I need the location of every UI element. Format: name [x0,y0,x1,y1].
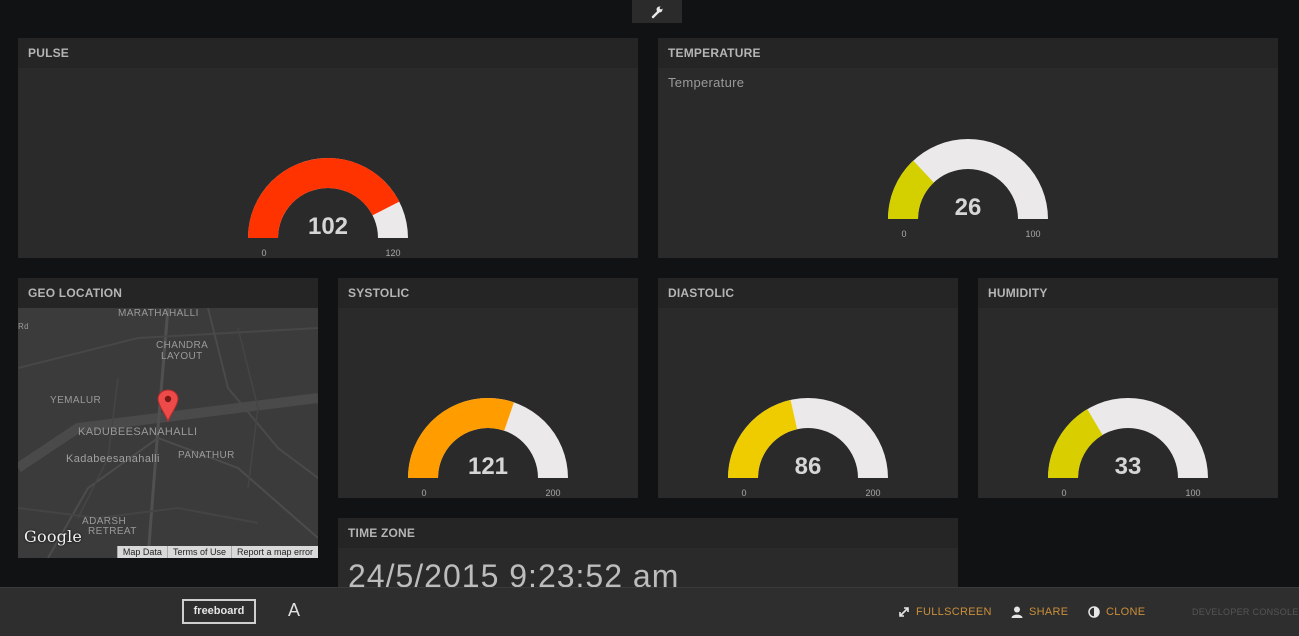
fullscreen-label: FULLSCREEN [916,606,992,618]
time-value: 24/5/2015 9:23:52 am [348,558,680,587]
map-label: YEMALUR [50,395,102,406]
gauge-max-label: 200 [545,488,560,498]
gauge-temperature: 26 0 100 [888,139,1048,239]
gauge-pulse: 102 0 120 [248,158,408,258]
map-footer: Map Data Terms of Use Report a map error [116,546,318,558]
wrench-icon [651,6,663,18]
map-label: Rd [18,322,30,331]
pane-humidity: HUMIDITY 33 0 100 [978,278,1278,498]
pane-title: HUMIDITY [978,278,1278,308]
pane-title: DIASTOLIC [658,278,958,308]
pane-title: SYSTOLIC [338,278,638,308]
gauge-value: 33 [1115,453,1142,480]
gauge-systolic: 121 0 200 [408,398,568,498]
gauge-humidity: 33 0 100 [1048,398,1208,498]
pane-pulse: PULSE 102 0 120 [18,38,638,258]
map-marker-icon[interactable] [156,388,180,424]
font-toggle-button[interactable]: A [288,600,300,621]
gauge-value: 26 [955,194,982,221]
footer-bar: freeboard A FULLSCREEN SHARE CLONE DEVEL… [0,587,1299,636]
gauge-max-label: 200 [865,488,880,498]
developer-console-link[interactable]: DEVELOPER CONSOLE [1192,607,1299,617]
map-data-link[interactable]: Map Data [116,546,167,558]
expand-icon [899,607,909,617]
pane-title: PULSE [18,38,638,68]
map-label: CHANDRA [156,340,209,351]
settings-toggle-button[interactable] [632,0,682,23]
gauge-min-label: 0 [901,229,906,239]
fullscreen-button[interactable]: FULLSCREEN [898,606,992,618]
pane-time-zone: TIME ZONE 24/5/2015 9:23:52 am [338,518,958,587]
gauge-value: 102 [308,213,348,240]
report-map-error-link[interactable]: Report a map error [230,546,318,558]
pane-title: GEO LOCATION [18,278,318,308]
pane-title: TEMPERATURE [658,38,1278,68]
share-button[interactable]: SHARE [1011,606,1068,618]
map-label: LAYOUT [161,351,203,362]
map-label: KADUBEESANAHALLI [78,426,198,438]
gauge-max-label: 100 [1185,488,1200,498]
contrast-icon [1088,606,1100,618]
gauge-min-label: 0 [261,248,266,258]
map-label: Kadabeesanahalli [66,453,160,465]
gauge-max-label: 100 [1025,229,1040,239]
user-icon [1011,606,1023,618]
pane-geo-location: GEO LOCATION MARATHAHALLI CHANDRA LAYOUT… [18,278,318,558]
map-view[interactable]: MARATHAHALLI CHANDRA LAYOUT YEMALUR KADU… [18,308,318,558]
map-label: MARATHAHALLI [118,308,199,319]
google-logo: Google [24,527,83,546]
gauge-min-label: 0 [421,488,426,498]
map-label: PANATHUR [178,450,235,461]
gauge-max-label: 120 [385,248,400,258]
gauge-min-label: 0 [1061,488,1066,498]
gauge-fill [728,399,798,478]
freeboard-logo[interactable]: freeboard [182,599,256,624]
pane-temperature: TEMPERATURE Temperature 26 0 100 [658,38,1278,258]
share-label: SHARE [1029,606,1069,618]
gauge-value: 121 [468,453,508,480]
gauge-value: 86 [795,453,822,480]
terms-of-use-link[interactable]: Terms of Use [166,546,231,558]
gauge-diastolic: 86 0 200 [728,398,888,498]
pane-title: TIME ZONE [338,518,958,548]
pane-diastolic: DIASTOLIC 86 0 200 [658,278,958,498]
clone-label: CLONE [1106,606,1146,618]
clone-button[interactable]: CLONE [1088,606,1145,618]
pane-subtitle: Temperature [668,75,745,90]
gauge-min-label: 0 [741,488,746,498]
pane-systolic: SYSTOLIC 121 0 200 [338,278,638,498]
map-label: RETREAT [88,526,137,537]
